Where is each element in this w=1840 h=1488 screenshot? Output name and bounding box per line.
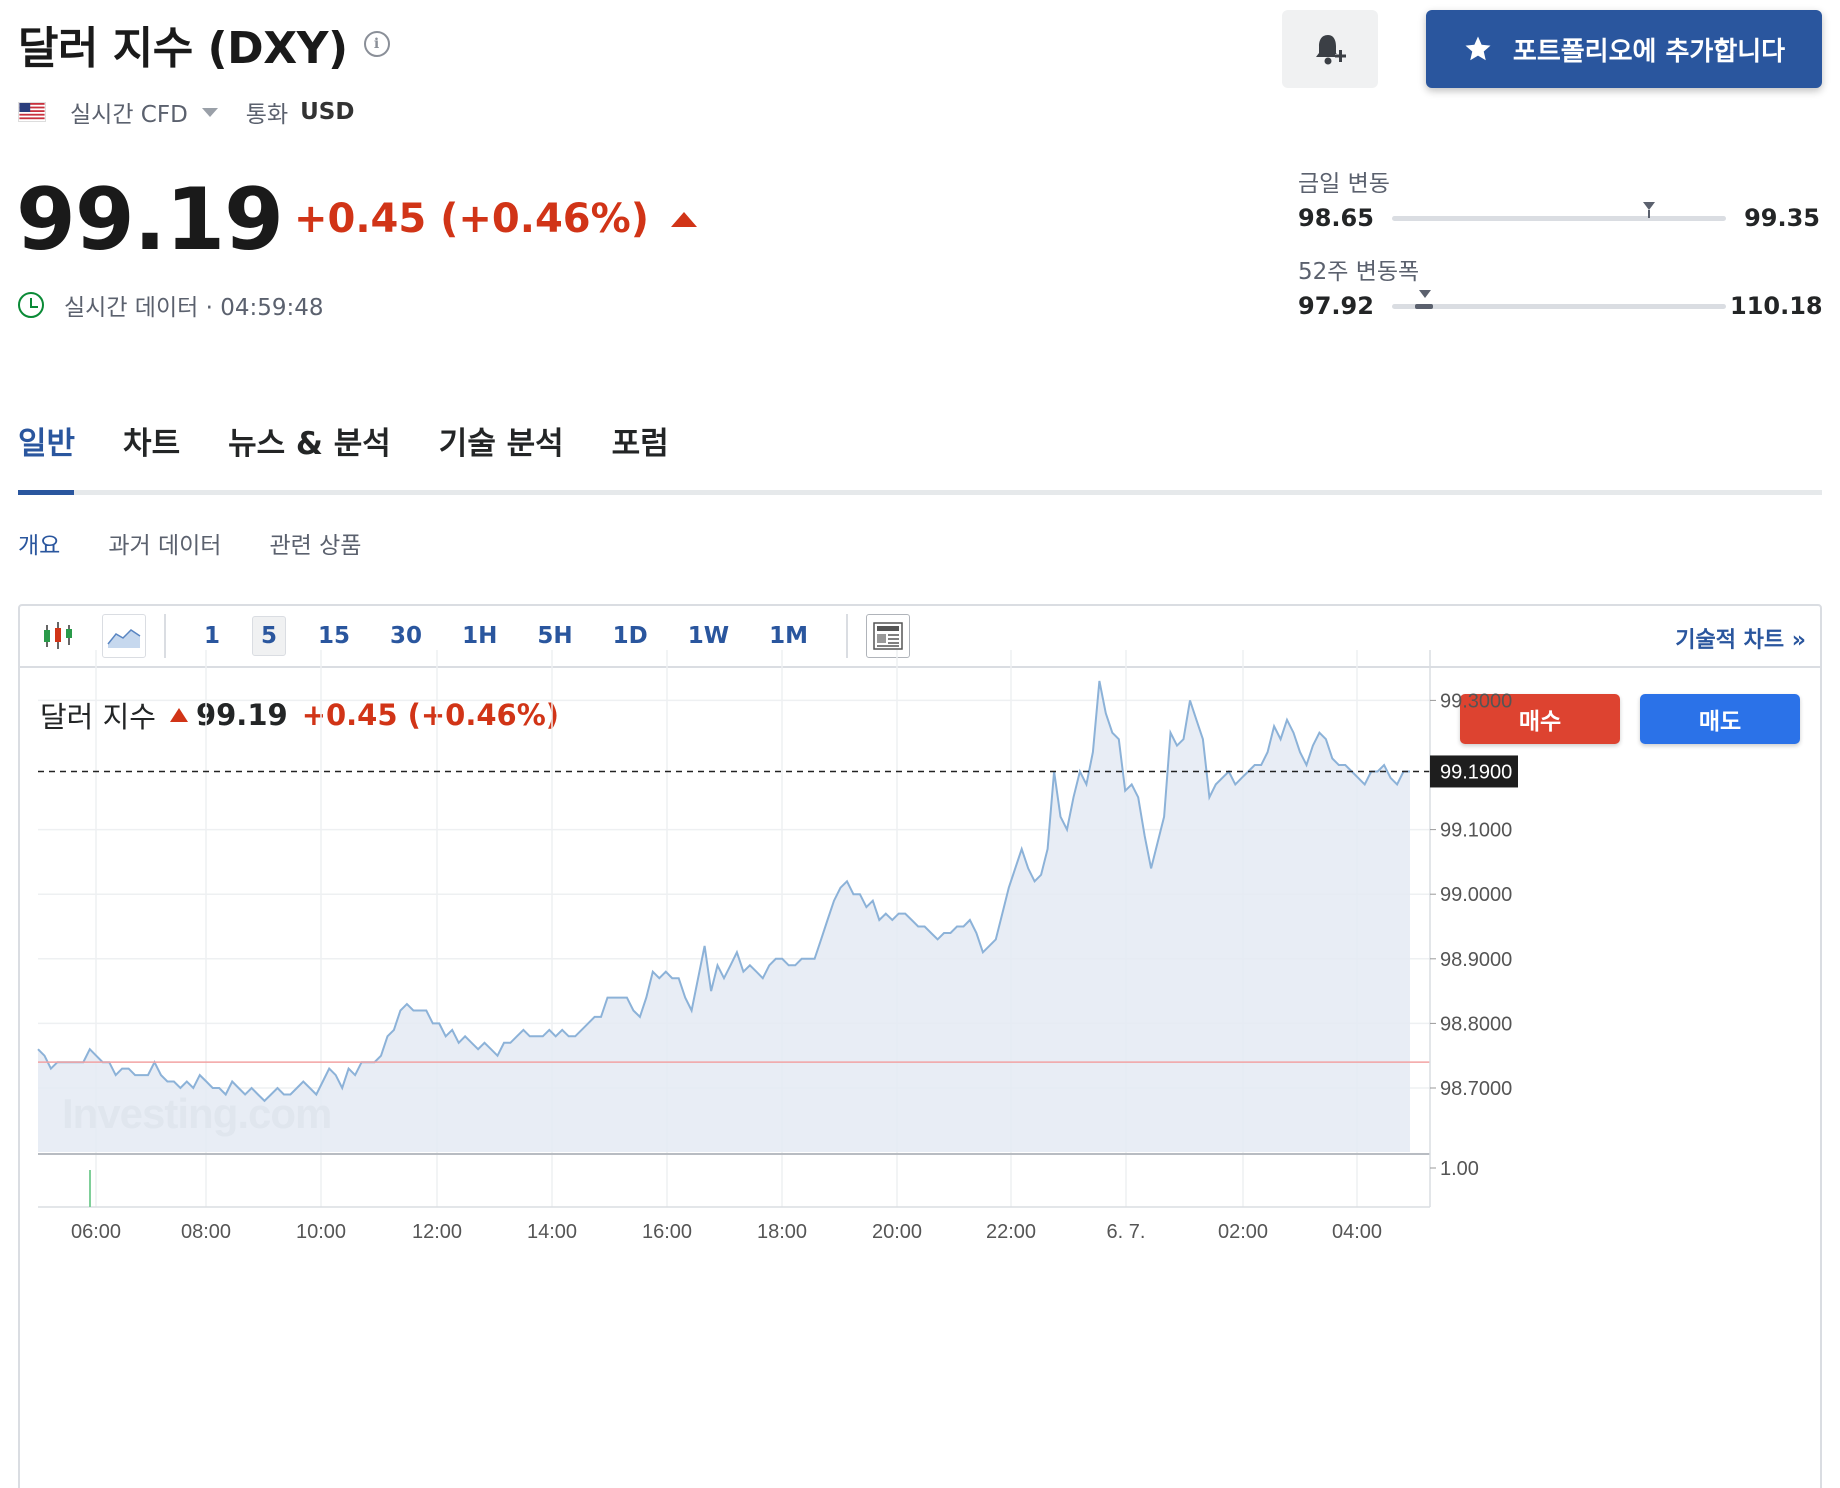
y-tick-label: 99.1000: [1440, 820, 1512, 842]
day-range-marker-stem: [1648, 209, 1651, 218]
x-tick-label: 14:00: [527, 1221, 577, 1243]
star-icon: [1463, 34, 1493, 64]
realtime-row: 실시간 데이터 · 04:59:48: [18, 288, 324, 322]
realtime-label: 실시간 데이터 · 04:59:48: [64, 295, 324, 321]
week52-range-bar: [1392, 289, 1726, 309]
page-title: 달러 지수 (DXY): [18, 23, 348, 74]
x-tick-label: 18:00: [757, 1221, 807, 1243]
chevron-down-icon[interactable]: [201, 107, 218, 117]
x-tick-label: 12:00: [412, 1221, 462, 1243]
up-arrow-icon: [670, 211, 697, 227]
info-icon[interactable]: i: [363, 31, 390, 57]
price-chart[interactable]: 06:00 08:00 10:00 12:00 14:00 16:00 18:00 20:00…: [20, 606, 1820, 1488]
tab-chart[interactable]: 차트: [123, 418, 180, 463]
last-price: 99.19: [16, 170, 284, 270]
x-tick-label: 02:00: [1218, 1221, 1268, 1243]
x-tick-label: 6. 7.: [1107, 1221, 1146, 1243]
tab-news-analysis[interactable]: 뉴스 & 분석: [228, 418, 391, 463]
y-tick-label: 98.8000: [1440, 1013, 1512, 1035]
create-alert-button[interactable]: [1282, 10, 1378, 88]
clock-icon: [18, 292, 44, 318]
meta-row: 실시간 CFD 통화 USD: [18, 95, 354, 129]
x-tick-label: 22:00: [986, 1221, 1036, 1243]
title-row: 달러 지수 (DXY) i: [18, 12, 390, 76]
week52-range-high: 110.18: [1730, 292, 1823, 320]
subtab-related[interactable]: 관련 상품: [269, 526, 361, 560]
currency-value: USD: [300, 99, 355, 125]
day-range: 금일 변동 98.65 99.35: [1298, 164, 1820, 232]
market-type-dropdown[interactable]: 실시간 CFD: [70, 95, 188, 129]
add-to-portfolio-button[interactable]: 포트폴리오에 추가합니다: [1426, 10, 1822, 88]
y-tick-label: 99.0000: [1440, 884, 1512, 906]
x-tick-label: 10:00: [296, 1221, 346, 1243]
current-price-label: 99.1900: [1440, 761, 1512, 783]
chart-widget: 1 5 15 30 1H 5H 1D 1W 1M 기술적 차트 » 달러 지수 …: [18, 604, 1822, 1488]
tab-forum[interactable]: 포럼: [612, 418, 669, 463]
day-range-label: 금일 변동: [1298, 171, 1390, 197]
sub-tabs: 개요 과거 데이터 관련 상품: [18, 526, 409, 560]
week52-range-marker: [1419, 289, 1432, 298]
main-tabs: 일반 차트 뉴스 & 분석 기술 분석 포럼: [18, 418, 717, 463]
price-change: +0.45 (+0.46%): [294, 196, 697, 242]
tabs-divider: [18, 490, 1822, 495]
volume-tick-label: 1.00: [1440, 1158, 1479, 1180]
x-tick-label: 20:00: [872, 1221, 922, 1243]
y-tick-label: 98.9000: [1440, 949, 1512, 971]
y-tick-label: 98.7000: [1440, 1078, 1512, 1100]
week52-range-label: 52주 변동폭: [1298, 259, 1420, 285]
y-tick-label: 99.3000: [1440, 690, 1512, 712]
portfolio-button-label: 포트폴리오에 추가합니다: [1512, 36, 1786, 67]
day-range-low: 98.65: [1298, 204, 1374, 232]
subtab-summary[interactable]: 개요: [18, 526, 60, 560]
bell-plus-icon: [1316, 35, 1347, 65]
x-tick-label: 08:00: [181, 1221, 231, 1243]
currency-label: 통화: [245, 102, 289, 128]
day-range-high: 99.35: [1744, 204, 1820, 232]
tab-overview[interactable]: 일반: [18, 418, 75, 463]
subtab-historical-data[interactable]: 과거 데이터: [108, 526, 221, 560]
x-tick-label: 04:00: [1332, 1221, 1382, 1243]
x-tick-label: 16:00: [642, 1221, 692, 1243]
week52-range: 52주 변동폭 97.92 110.18: [1298, 252, 1823, 320]
tab-technical[interactable]: 기술 분석: [439, 418, 564, 463]
day-range-bar: [1392, 201, 1726, 221]
price-change-value: +0.45 (+0.46%): [294, 196, 649, 242]
tab-active-indicator: [18, 490, 74, 495]
us-flag-icon: [18, 102, 46, 122]
x-tick-label: 06:00: [71, 1221, 121, 1243]
week52-range-low: 97.92: [1298, 292, 1374, 320]
day-range-marker: [1643, 201, 1656, 210]
week52-range-fill: [1415, 303, 1434, 309]
